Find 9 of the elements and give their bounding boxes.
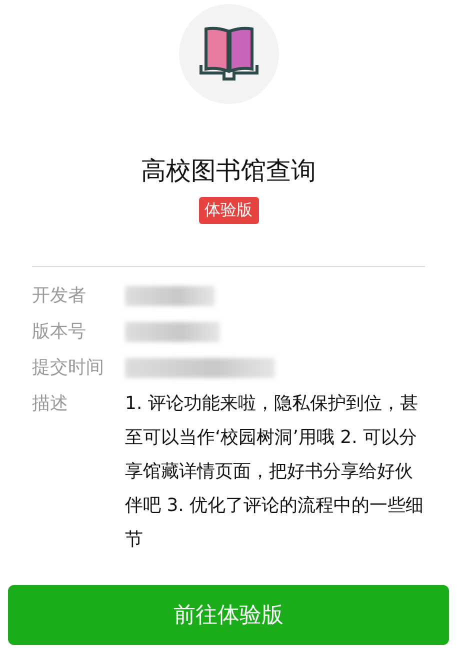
description-text: 1. 评论功能来啦，隐私保护到位，甚至可以当作‘校园树洞’用哦 2. 可以分享馆藏详情页面，把好书分享给好伙伴吧 3. 优化了评论的流程中的一些细节 <box>125 392 425 552</box>
book-icon <box>198 25 260 83</box>
trial-badge: 体验版 <box>198 197 258 224</box>
info-label: 开发者 <box>32 284 87 308</box>
info-label: 描述 <box>32 392 69 416</box>
info-label: 提交时间 <box>32 356 105 380</box>
open-trial-button[interactable]: 前往体验版 <box>8 585 449 645</box>
info-label: 版本号 <box>32 320 87 344</box>
app-title: 高校图书馆查询 <box>141 155 316 187</box>
